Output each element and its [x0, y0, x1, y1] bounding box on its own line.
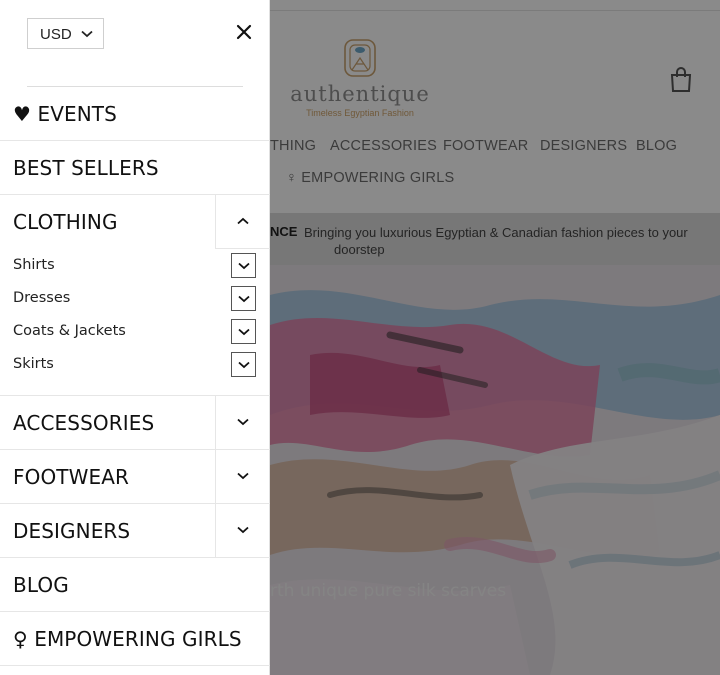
chevron-down-icon [238, 328, 250, 336]
currency-selector[interactable]: USD [27, 18, 104, 49]
shirts-expand-toggle[interactable] [231, 253, 256, 278]
menu-item-events[interactable]: ♥ EVENTS [0, 87, 270, 141]
menu-item-empowering-girls[interactable]: ♀ EMPOWERING GIRLS [0, 612, 270, 666]
menu-item-label: BLOG [13, 573, 69, 597]
submenu-item-label: Shirts [13, 257, 55, 273]
menu-item-accessories[interactable]: ACCESSORIES [0, 396, 270, 450]
chevron-down-icon [238, 295, 250, 303]
menu-item-label: ACCESSORIES [13, 411, 155, 435]
menu-item-designers[interactable]: DESIGNERS [0, 504, 270, 558]
chevron-down-icon [237, 418, 249, 426]
clothing-submenu: Shirts Dresses Coats & Jackets Skirts [0, 249, 270, 396]
dresses-expand-toggle[interactable] [231, 286, 256, 311]
chevron-down-icon [237, 526, 249, 534]
mobile-menu-drawer: USD ♥ EVENTS BEST SELLERS CLOTHING Shirt… [0, 0, 270, 675]
menu-item-blog[interactable]: BLOG [0, 558, 270, 612]
chevron-down-icon [238, 361, 250, 369]
chevron-down-icon [238, 262, 250, 270]
menu-item-label: ♥ EVENTS [13, 102, 117, 126]
submenu-item-dresses[interactable]: Dresses [0, 284, 270, 317]
accessories-expand-toggle[interactable] [215, 396, 270, 450]
menu-item-label: CLOTHING [13, 210, 118, 234]
submenu-item-label: Coats & Jackets [13, 323, 126, 339]
menu-item-label: DESIGNERS [13, 519, 131, 543]
menu-item-footwear[interactable]: FOOTWEAR [0, 450, 270, 504]
submenu-item-coats-jackets[interactable]: Coats & Jackets [0, 317, 270, 350]
menu-item-label: FOOTWEAR [13, 465, 129, 489]
menu-item-clothing[interactable]: CLOTHING [0, 195, 270, 249]
designers-expand-toggle[interactable] [215, 504, 270, 558]
menu-item-label: BEST SELLERS [13, 156, 159, 180]
skirts-expand-toggle[interactable] [231, 352, 256, 377]
close-icon[interactable] [234, 22, 254, 42]
submenu-item-shirts[interactable]: Shirts [0, 251, 270, 284]
chevron-down-icon [81, 30, 93, 38]
menu-item-best-sellers[interactable]: BEST SELLERS [0, 141, 270, 195]
menu-item-label: ♀ EMPOWERING GIRLS [13, 627, 242, 651]
submenu-item-label: Dresses [13, 290, 71, 306]
currency-value: USD [40, 26, 72, 43]
clothing-collapse-toggle[interactable] [215, 195, 270, 249]
submenu-item-skirts[interactable]: Skirts [0, 350, 270, 383]
coats-jackets-expand-toggle[interactable] [231, 319, 256, 344]
chevron-up-icon [237, 217, 249, 225]
submenu-item-label: Skirts [13, 356, 54, 372]
chevron-down-icon [237, 472, 249, 480]
footwear-expand-toggle[interactable] [215, 450, 270, 504]
